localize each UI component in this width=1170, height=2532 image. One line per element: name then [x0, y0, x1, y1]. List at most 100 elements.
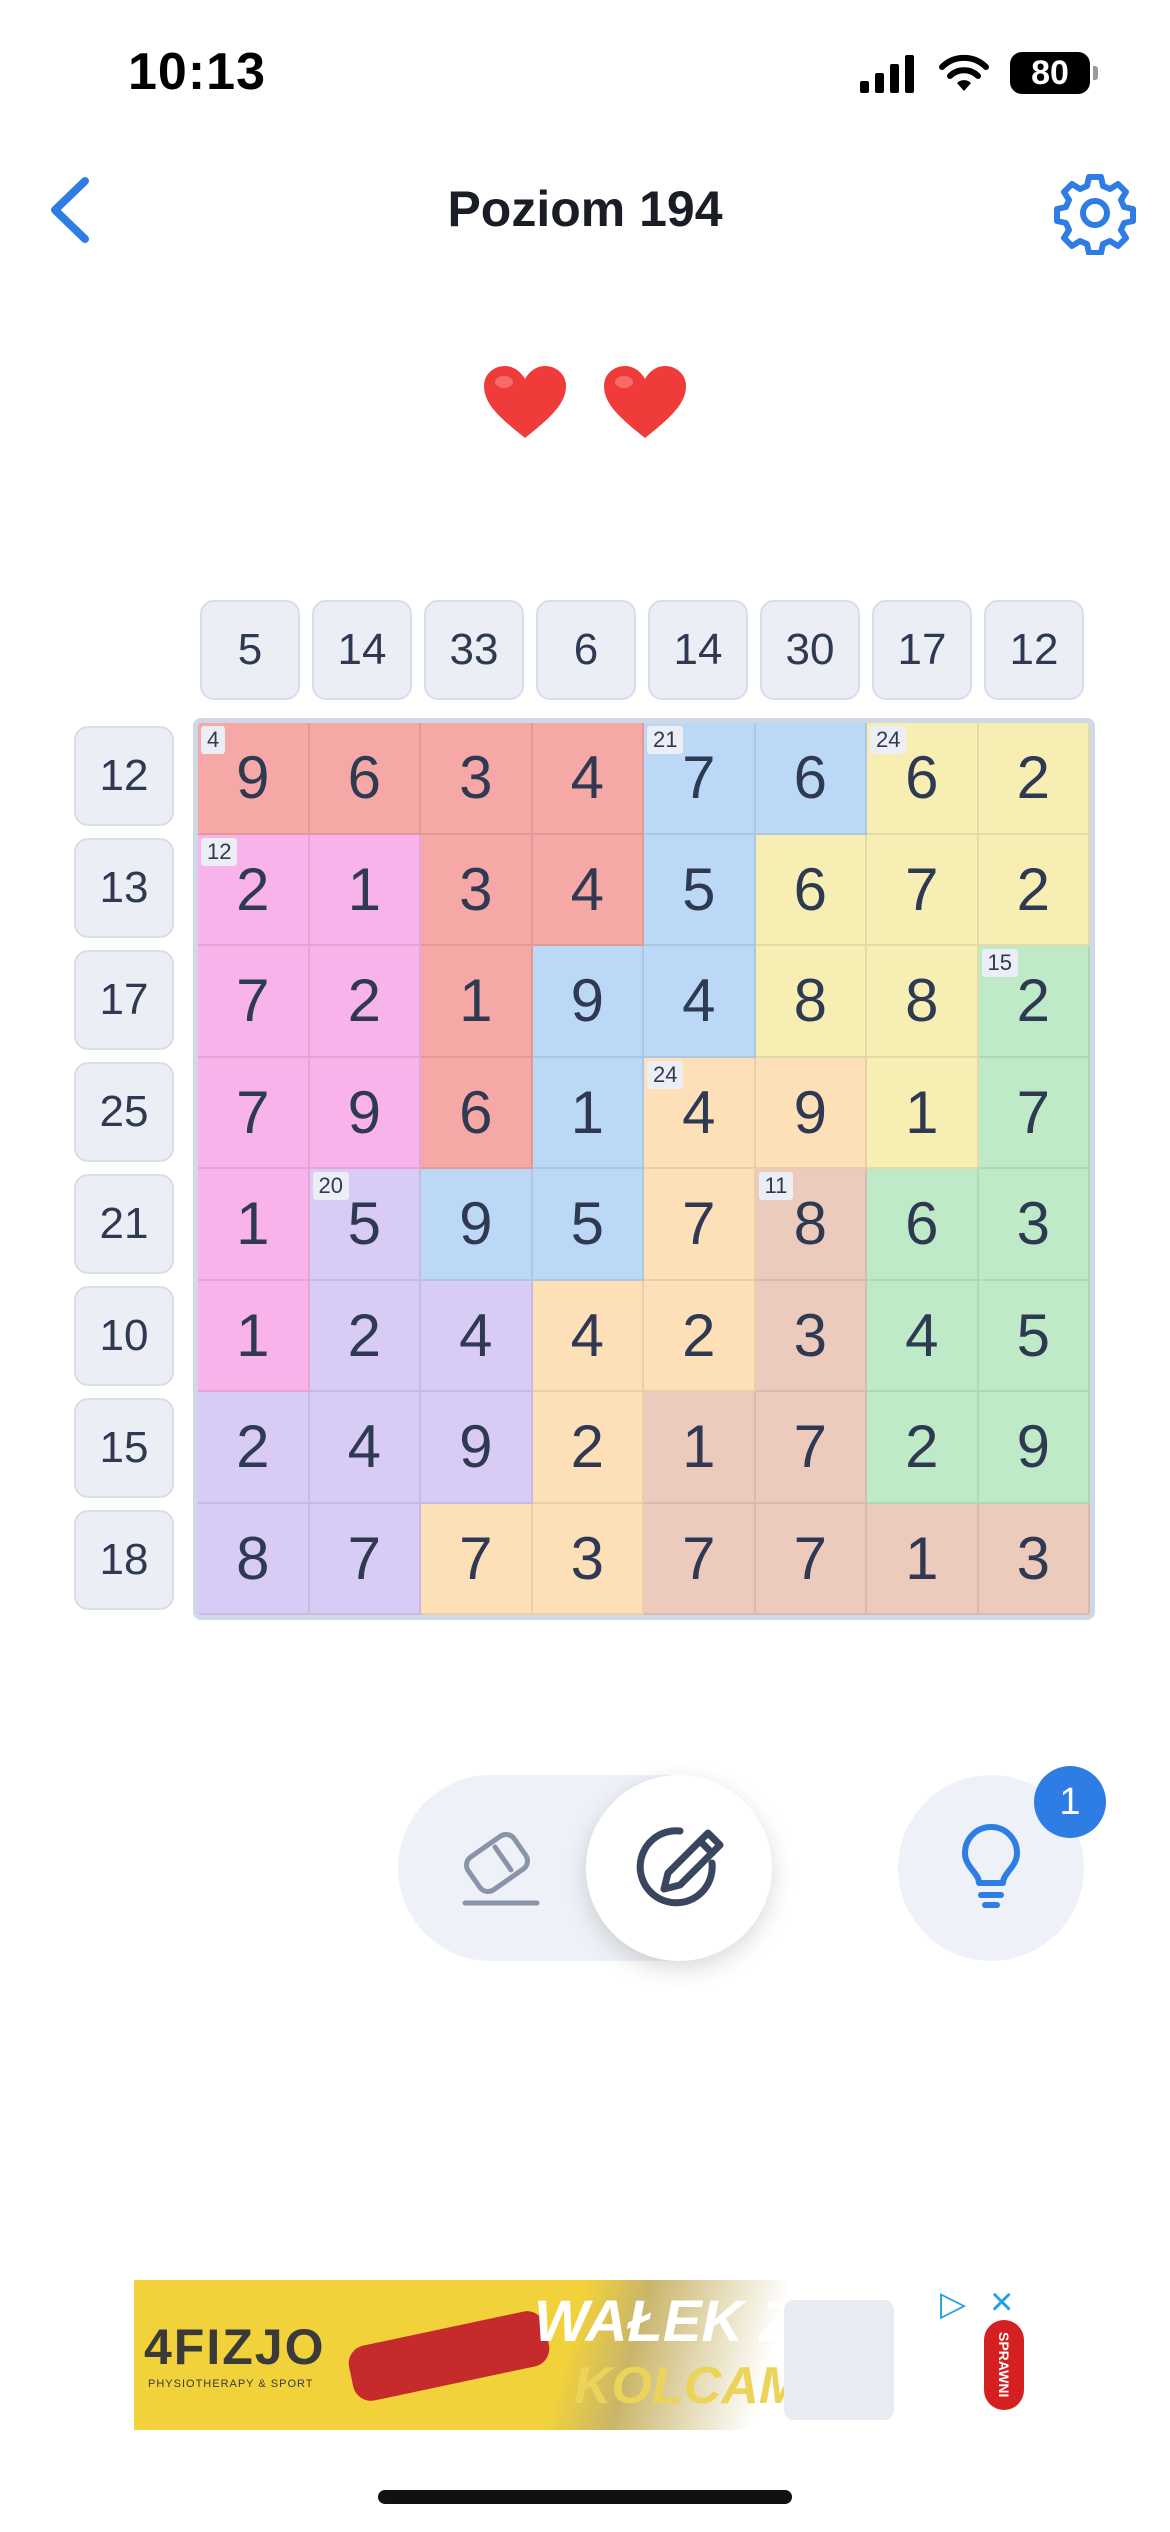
grid-cell[interactable]: 7 [421, 1503, 533, 1615]
grid-cell[interactable]: 4 [532, 834, 644, 946]
status-time: 10:13 [128, 43, 266, 101]
grid-cell[interactable]: 3 [978, 1169, 1090, 1281]
grid-cell[interactable]: 2 [978, 723, 1090, 835]
grid-cell[interactable]: 4 [532, 723, 644, 835]
cell-value: 9 [570, 967, 604, 1035]
pencil-button[interactable] [586, 1775, 772, 1961]
cell-value: 7 [236, 967, 270, 1035]
grid-cell[interactable]: 3 [755, 1280, 867, 1392]
grid-cell[interactable]: 7 [755, 1503, 867, 1615]
grid-cell[interactable]: 24 6 [867, 723, 979, 835]
eraser-button[interactable] [430, 1800, 570, 1940]
grid-cell[interactable]: 8 [198, 1503, 310, 1615]
cell-value: 6 [459, 1078, 493, 1146]
cell-value: 4 [682, 1078, 716, 1146]
cell-value: 7 [793, 1524, 827, 1592]
row-sum: 17 [74, 950, 174, 1050]
grid-cell[interactable]: 1 [867, 1057, 979, 1169]
cell-value: 2 [1016, 967, 1050, 1035]
cell-value: 6 [793, 855, 827, 923]
grid-cell[interactable]: 1 [309, 834, 421, 946]
grid-cell[interactable]: 1 [198, 1169, 310, 1281]
grid-cell[interactable]: 1 [644, 1392, 756, 1504]
grid-cell[interactable]: 7 [867, 834, 979, 946]
grid-cell[interactable]: 7 [644, 1503, 756, 1615]
grid-cell[interactable]: 7 [978, 1057, 1090, 1169]
cell-value: 7 [793, 1413, 827, 1481]
grid-cell[interactable]: 3 [532, 1503, 644, 1615]
grid-cell[interactable]: 9 [978, 1392, 1090, 1504]
grid-cell[interactable]: 4 [644, 946, 756, 1058]
wifi-icon [939, 54, 989, 91]
grid-cell[interactable]: 7 [309, 1503, 421, 1615]
cell-value: 4 [570, 1301, 604, 1369]
cage-sum-label: 24 [870, 726, 907, 755]
grid-cell[interactable]: 12 2 [198, 834, 310, 946]
grid-cell[interactable]: 6 [755, 723, 867, 835]
cage-sum-label: 4 [201, 726, 226, 755]
grid-cell[interactable]: 6 [867, 1169, 979, 1281]
grid-cell[interactable]: 6 [309, 723, 421, 835]
grid-cell[interactable]: 9 [421, 1392, 533, 1504]
cell-value: 1 [682, 1413, 716, 1481]
grid-cell[interactable]: 2 [644, 1280, 756, 1392]
grid-cell[interactable]: 1 [532, 1057, 644, 1169]
grid-cell[interactable]: 7 [198, 1057, 310, 1169]
grid-cell[interactable]: 11 8 [755, 1169, 867, 1281]
grid-cell[interactable]: 2 [309, 1280, 421, 1392]
ad-banner[interactable]: 4FIZJO PHYSIOTHERAPY & SPORT WAŁEK Z KOL… [134, 2280, 1034, 2430]
grid-cell[interactable]: 9 [755, 1057, 867, 1169]
cell-value: 7 [905, 855, 939, 923]
grid-cell[interactable]: 15 2 [978, 946, 1090, 1058]
grid-cell[interactable]: 9 [421, 1169, 533, 1281]
grid-cell[interactable]: 2 [867, 1392, 979, 1504]
grid-cell[interactable]: 4 [421, 1280, 533, 1392]
row-sums: 12 13 17 25 21 10 15 18 [74, 726, 174, 1610]
cage-sum-label: 24 [647, 1060, 684, 1089]
grid-cell[interactable]: 3 [978, 1503, 1090, 1615]
grid-cell[interactable]: 2 [309, 946, 421, 1058]
grid-cell[interactable]: 9 [309, 1057, 421, 1169]
grid-cell[interactable]: 24 4 [644, 1057, 756, 1169]
grid-cell[interactable]: 7 [198, 946, 310, 1058]
adchoices-icon[interactable]: ▷ [940, 2284, 966, 2324]
grid-cell[interactable]: 2 [198, 1392, 310, 1504]
grid-cell[interactable]: 8 [755, 946, 867, 1058]
grid-cell[interactable]: 2 [532, 1392, 644, 1504]
grid-cell[interactable]: 49 [198, 723, 310, 835]
grid-cell[interactable]: 2 [978, 834, 1090, 946]
grid-cell[interactable]: 4 [867, 1280, 979, 1392]
grid-cell[interactable]: 9 [532, 946, 644, 1058]
cell-value: 9 [459, 1190, 493, 1258]
row-sum: 13 [74, 838, 174, 938]
cell-value: 2 [905, 1413, 939, 1481]
cell-value: 1 [236, 1190, 270, 1258]
column-sum: 30 [760, 600, 860, 700]
grid-cell[interactable]: 8 [867, 946, 979, 1058]
cell-value: 2 [682, 1301, 716, 1369]
grid-cell[interactable]: 7 [644, 1169, 756, 1281]
grid-cell[interactable]: 6 [421, 1057, 533, 1169]
grid-cell[interactable]: 5 [978, 1280, 1090, 1392]
grid-cell[interactable]: 1 [198, 1280, 310, 1392]
settings-button[interactable] [1050, 168, 1140, 258]
grid-cell[interactable]: 7 [755, 1392, 867, 1504]
grid-cell[interactable]: 4 [532, 1280, 644, 1392]
cell-value: 5 [682, 855, 716, 923]
grid-cell[interactable]: 6 [755, 834, 867, 946]
grid-cell[interactable]: 1 [421, 946, 533, 1058]
close-icon[interactable]: × [990, 2280, 1013, 2325]
grid-cell[interactable]: 3 [421, 834, 533, 946]
home-indicator [378, 2490, 792, 2504]
grid-cell[interactable]: 20 5 [309, 1169, 421, 1281]
grid-cell[interactable]: 5 [532, 1169, 644, 1281]
grid-cell[interactable]: 3 [421, 723, 533, 835]
eraser-icon [462, 1831, 540, 1906]
cell-value: 6 [905, 1190, 939, 1258]
grid-cell[interactable]: 4 [309, 1392, 421, 1504]
grid-cell[interactable]: 5 [644, 834, 756, 946]
cell-value: 3 [570, 1524, 604, 1592]
cell-value: 7 [682, 744, 716, 812]
grid-cell[interactable]: 21 7 [644, 723, 756, 835]
grid-cell[interactable]: 1 [867, 1503, 979, 1615]
